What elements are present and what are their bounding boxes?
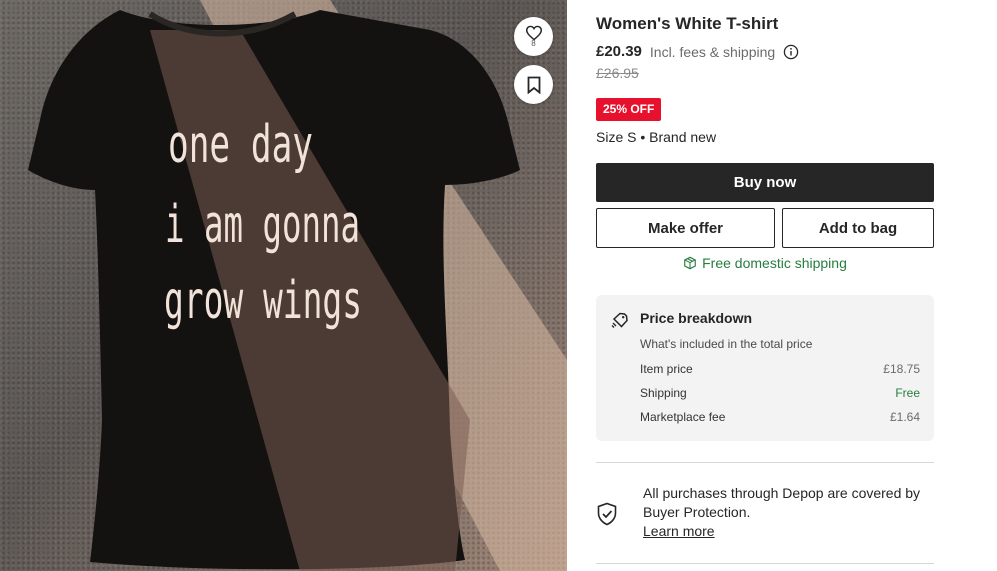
breakdown-value: £1.64	[889, 410, 920, 424]
product-title: Women's White T-shirt	[596, 14, 779, 33]
breakdown-label: Marketplace fee	[640, 410, 726, 424]
breakdown-subtitle: What's included in the total price	[640, 337, 813, 351]
make-offer-button[interactable]: Make offer	[596, 208, 775, 248]
divider	[596, 563, 934, 564]
breakdown-value: £18.75	[883, 362, 920, 376]
info-icon[interactable]	[783, 44, 799, 60]
learn-more-link[interactable]: Learn more	[643, 522, 715, 541]
breakdown-row-marketplace-fee: Marketplace fee £1.64	[640, 410, 920, 424]
breakdown-title: Price breakdown	[640, 310, 753, 326]
buyer-protection-text: All purchases through Depop are covered …	[643, 485, 921, 520]
shirt-print-line-2: i am gonna	[165, 195, 360, 255]
current-price: £20.39	[596, 43, 642, 60]
price-note: Incl. fees & shipping	[649, 43, 776, 60]
buyer-protection-info: All purchases through Depop are covered …	[643, 484, 934, 541]
tshirt-photo: one day i am gonna grow wings	[28, 0, 567, 571]
discount-badge: 25% OFF	[596, 98, 662, 121]
product-image[interactable]: one day i am gonna grow wings 8	[0, 0, 567, 571]
favorite-button[interactable]: 8	[514, 17, 553, 56]
free-shipping-info: Free domestic shipping	[596, 255, 934, 271]
breakdown-value: Free	[895, 386, 920, 400]
price-tag-icon	[611, 312, 629, 335]
price-breakdown-panel: Price breakdown What's included in the t…	[596, 295, 934, 441]
breakdown-row-item-price: Item price £18.75	[640, 362, 920, 376]
free-shipping-label: Free domestic shipping	[702, 255, 847, 271]
save-button[interactable]	[514, 65, 553, 104]
add-to-bag-button[interactable]: Add to bag	[782, 208, 934, 248]
breakdown-row-shipping: Shipping Free	[640, 386, 920, 400]
price-row: £20.39 Incl. fees & shipping	[596, 43, 799, 60]
breakdown-label: Item price	[640, 362, 693, 376]
original-price: £26.95	[596, 65, 639, 81]
buy-now-button[interactable]: Buy now	[596, 163, 934, 202]
divider	[596, 462, 934, 463]
size-condition: Size S • Brand new	[596, 129, 717, 145]
likes-count: 8	[531, 39, 536, 48]
bookmark-icon	[527, 76, 540, 94]
shirt-print-line-1: one day	[168, 115, 313, 175]
box-icon	[683, 256, 697, 270]
shirt-print-line-3: grow wings	[164, 271, 362, 331]
shield-check-icon	[596, 502, 618, 531]
breakdown-label: Shipping	[640, 386, 687, 400]
